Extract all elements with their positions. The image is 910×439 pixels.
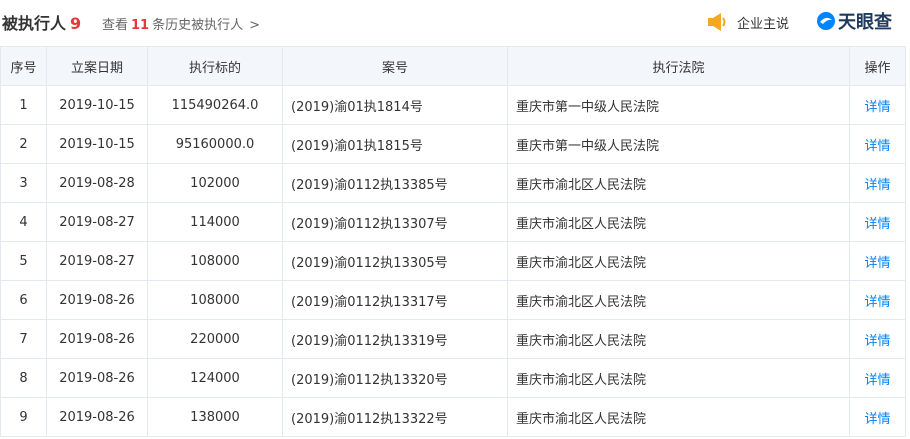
section-header: 被执行人 9 查看 11 条历史被执行人 > 企业主说 天眼查 [0, 0, 910, 46]
row-case-number: (2019)渝0112执13319号 [282, 319, 508, 359]
row-amount: 114000 [147, 202, 283, 242]
section-title-text: 被执行人 [2, 14, 67, 33]
row-index: 6 [0, 280, 47, 320]
row-index: 9 [0, 397, 47, 437]
row-index: 8 [0, 358, 47, 398]
row-date: 2019-08-28 [46, 163, 148, 203]
table-row: 8 2019-08-26 124000 (2019)渝0112执13320号 重… [0, 358, 906, 398]
section-title: 被执行人 9 [2, 10, 81, 34]
detail-link[interactable]: 详情 [849, 124, 906, 164]
table-row: 5 2019-08-27 108000 (2019)渝0112执13305号 重… [0, 241, 906, 281]
row-case-number: (2019)渝0112执13385号 [282, 163, 508, 203]
brand-logo: 天眼查 [816, 8, 892, 34]
row-amount: 108000 [147, 280, 283, 320]
history-suffix: 条历史被执行人 [152, 18, 244, 33]
detail-link[interactable]: 详情 [849, 202, 906, 242]
table-row: 3 2019-08-28 102000 (2019)渝0112执13385号 重… [0, 163, 906, 203]
row-date: 2019-08-26 [46, 280, 148, 320]
row-court: 重庆市第一中级人民法院 [507, 85, 850, 125]
row-court: 重庆市渝北区人民法院 [507, 163, 850, 203]
table-row: 7 2019-08-26 220000 (2019)渝0112执13319号 重… [0, 319, 906, 359]
row-date: 2019-08-27 [46, 241, 148, 281]
executee-count: 9 [70, 14, 82, 33]
row-date: 2019-10-15 [46, 124, 148, 164]
row-amount: 124000 [147, 358, 283, 398]
row-amount: 220000 [147, 319, 283, 359]
table-row: 6 2019-08-26 108000 (2019)渝0112执13317号 重… [0, 280, 906, 320]
row-court: 重庆市渝北区人民法院 [507, 241, 850, 281]
detail-link[interactable]: 详情 [849, 319, 906, 359]
row-case-number: (2019)渝0112执13307号 [282, 202, 508, 242]
row-court: 重庆市渝北区人民法院 [507, 358, 850, 398]
column-header-date: 立案日期 [46, 46, 148, 86]
row-court: 重庆市渝北区人民法院 [507, 397, 850, 437]
history-count: 11 [131, 18, 150, 33]
row-date: 2019-10-15 [46, 85, 148, 125]
row-court: 重庆市第一中级人民法院 [507, 124, 850, 164]
owner-statement-label: 企业主说 [737, 16, 790, 32]
column-header-action: 操作 [849, 46, 906, 86]
executee-table: 序号 立案日期 执行标的 案号 执行法院 操作 1 2019-10-15 115… [0, 46, 906, 437]
row-case-number: (2019)渝0112执13320号 [282, 358, 508, 398]
row-index: 5 [0, 241, 47, 281]
column-header-court: 执行法院 [507, 46, 850, 86]
table-row: 4 2019-08-27 114000 (2019)渝0112执13307号 重… [0, 202, 906, 242]
table-row: 1 2019-10-15 115490264.0 (2019)渝01执1814号… [0, 85, 906, 125]
row-date: 2019-08-26 [46, 397, 148, 437]
row-case-number: (2019)渝0112执13317号 [282, 280, 508, 320]
row-case-number: (2019)渝0112执13322号 [282, 397, 508, 437]
row-court: 重庆市渝北区人民法院 [507, 319, 850, 359]
history-prefix: 查看 [102, 18, 129, 33]
row-amount: 102000 [147, 163, 283, 203]
row-amount: 138000 [147, 397, 283, 437]
owner-statement-button[interactable]: 企业主说 [707, 12, 789, 32]
row-index: 1 [0, 85, 47, 125]
column-header-amount: 执行标的 [147, 46, 283, 86]
row-court: 重庆市渝北区人民法院 [507, 202, 850, 242]
row-index: 3 [0, 163, 47, 203]
detail-link[interactable]: 详情 [849, 163, 906, 203]
tianyancha-logo-icon [817, 12, 835, 30]
table-header-row: 序号 立案日期 执行标的 案号 执行法院 操作 [0, 46, 906, 86]
column-header-index: 序号 [0, 46, 47, 86]
table-row: 9 2019-08-26 138000 (2019)渝0112执13322号 重… [0, 397, 906, 437]
brand-name: 天眼查 [838, 12, 892, 33]
chevron-right-icon: > [249, 18, 261, 33]
column-header-case-number: 案号 [282, 46, 508, 86]
detail-link[interactable]: 详情 [849, 85, 906, 125]
row-date: 2019-08-27 [46, 202, 148, 242]
row-index: 7 [0, 319, 47, 359]
row-amount: 108000 [147, 241, 283, 281]
row-case-number: (2019)渝01执1815号 [282, 124, 508, 164]
row-date: 2019-08-26 [46, 319, 148, 359]
detail-link[interactable]: 详情 [849, 280, 906, 320]
detail-link[interactable]: 详情 [849, 358, 906, 398]
row-case-number: (2019)渝01执1814号 [282, 85, 508, 125]
speaker-icon [708, 13, 726, 31]
table-row: 2 2019-10-15 95160000.0 (2019)渝01执1815号 … [0, 124, 906, 164]
row-amount: 115490264.0 [147, 85, 283, 125]
row-index: 2 [0, 124, 47, 164]
detail-link[interactable]: 详情 [849, 241, 906, 281]
row-date: 2019-08-26 [46, 358, 148, 398]
detail-link[interactable]: 详情 [849, 397, 906, 437]
history-executee-link[interactable]: 查看 11 条历史被执行人 > [102, 14, 260, 33]
row-amount: 95160000.0 [147, 124, 283, 164]
row-case-number: (2019)渝0112执13305号 [282, 241, 508, 281]
row-index: 4 [0, 202, 47, 242]
row-court: 重庆市渝北区人民法院 [507, 280, 850, 320]
